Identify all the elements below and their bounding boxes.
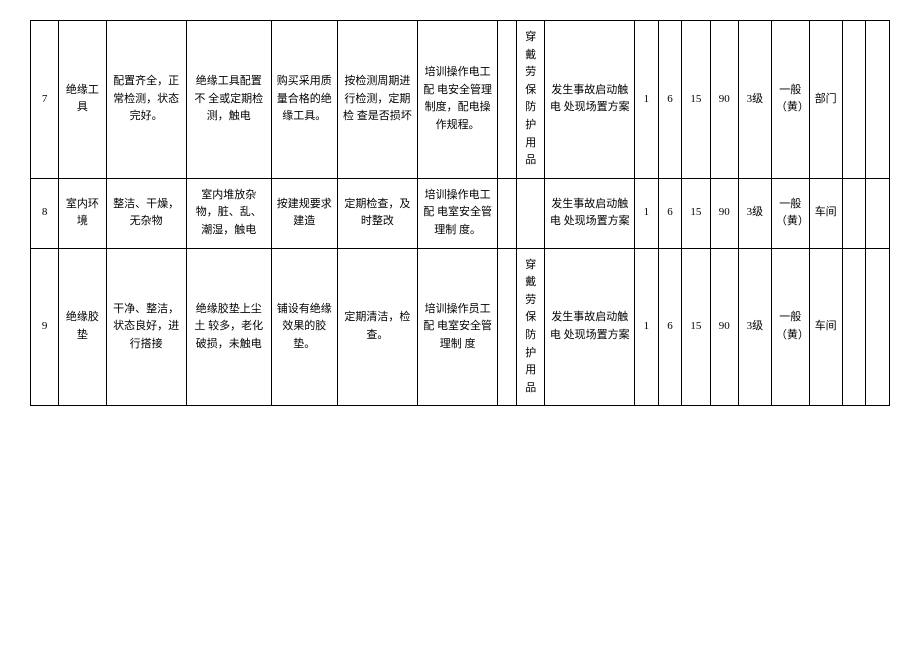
cell-n2: 6 [658,248,682,406]
cell-c2: 绝缘胶垫上尘土 较多，老化破损，未触电 [186,248,271,406]
table-row: 9绝缘胶垫干净、整洁，状态良好，进行搭接绝缘胶垫上尘土 较多，老化破损，未触电铺… [31,248,890,406]
cell-color: 一般（黄） [771,248,809,406]
cell-c2: 室内堆放杂物，脏、乱、潮湿，触电 [186,178,271,248]
cell-n3: 15 [682,248,710,406]
cell-c2: 绝缘工具配置不 全或定期检测，触电 [186,21,271,179]
cell-color: 一般（黄） [771,178,809,248]
cell-n2: 6 [658,178,682,248]
cell-c1: 干净、整洁，状态良好，进行搭接 [106,248,186,406]
cell-n1: 1 [635,21,659,179]
cell-c4: 定期检查，及时整改 [337,178,417,248]
cell-c4: 定期清洁，检查。 [337,248,417,406]
cell-c3: 铺设有绝缘效果的胶 垫。 [271,248,337,406]
cell-n1: 1 [635,178,659,248]
cell-dept: 部门 [809,21,842,179]
cell-c3: 购买采用质量合格的绝缘工具。 [271,21,337,179]
cell-c7 [517,178,545,248]
cell-name: 绝缘胶垫 [59,248,106,406]
cell-n3: 15 [682,178,710,248]
cell-n3: 15 [682,21,710,179]
cell-c3: 按建规要求建造 [271,178,337,248]
cell-dept: 车间 [809,178,842,248]
cell-c6 [498,248,517,406]
cell-dept: 车间 [809,248,842,406]
cell-c8: 发生事故启动触电 处现场置方案 [545,178,635,248]
cell-x2 [866,21,890,179]
cell-c8: 发生事故启动触电 处现场置方案 [545,248,635,406]
cell-num: 8 [31,178,59,248]
cell-c7: 穿戴劳保防护用品 [517,248,545,406]
cell-c5: 培训操作电工配 电室安全管理制 度。 [418,178,498,248]
cell-n4: 90 [710,178,738,248]
table-row: 8室内环境整洁、干燥，无杂物室内堆放杂物，脏、乱、潮湿，触电按建规要求建造定期检… [31,178,890,248]
cell-c6 [498,178,517,248]
cell-x2 [866,178,890,248]
cell-n4: 90 [710,248,738,406]
cell-c6 [498,21,517,179]
cell-num: 9 [31,248,59,406]
cell-level: 3级 [738,178,771,248]
cell-x2 [866,248,890,406]
cell-name: 绝缘工具 [59,21,106,179]
cell-n2: 6 [658,21,682,179]
cell-x1 [842,178,866,248]
cell-color: 一般（黄） [771,21,809,179]
cell-n1: 1 [635,248,659,406]
cell-c1: 配置齐全，正常检测，状态完好。 [106,21,186,179]
cell-level: 3级 [738,248,771,406]
cell-c8: 发生事故启动触电 处现场置方案 [545,21,635,179]
cell-c7: 穿戴劳保防护用品 [517,21,545,179]
cell-name: 室内环境 [59,178,106,248]
cell-c1: 整洁、干燥，无杂物 [106,178,186,248]
cell-level: 3级 [738,21,771,179]
risk-table: 7绝缘工具配置齐全，正常检测，状态完好。绝缘工具配置不 全或定期检测，触电购买采… [30,20,890,406]
cell-c5: 培训操作员工配 电室安全管理制 度 [418,248,498,406]
table-row: 7绝缘工具配置齐全，正常检测，状态完好。绝缘工具配置不 全或定期检测，触电购买采… [31,21,890,179]
cell-x1 [842,248,866,406]
cell-x1 [842,21,866,179]
cell-n4: 90 [710,21,738,179]
cell-c4: 按检测周期进 行检测，定期检 查是否损坏 [337,21,417,179]
cell-c5: 培训操作电工配 电安全管理制度，配电操作规程。 [418,21,498,179]
cell-num: 7 [31,21,59,179]
